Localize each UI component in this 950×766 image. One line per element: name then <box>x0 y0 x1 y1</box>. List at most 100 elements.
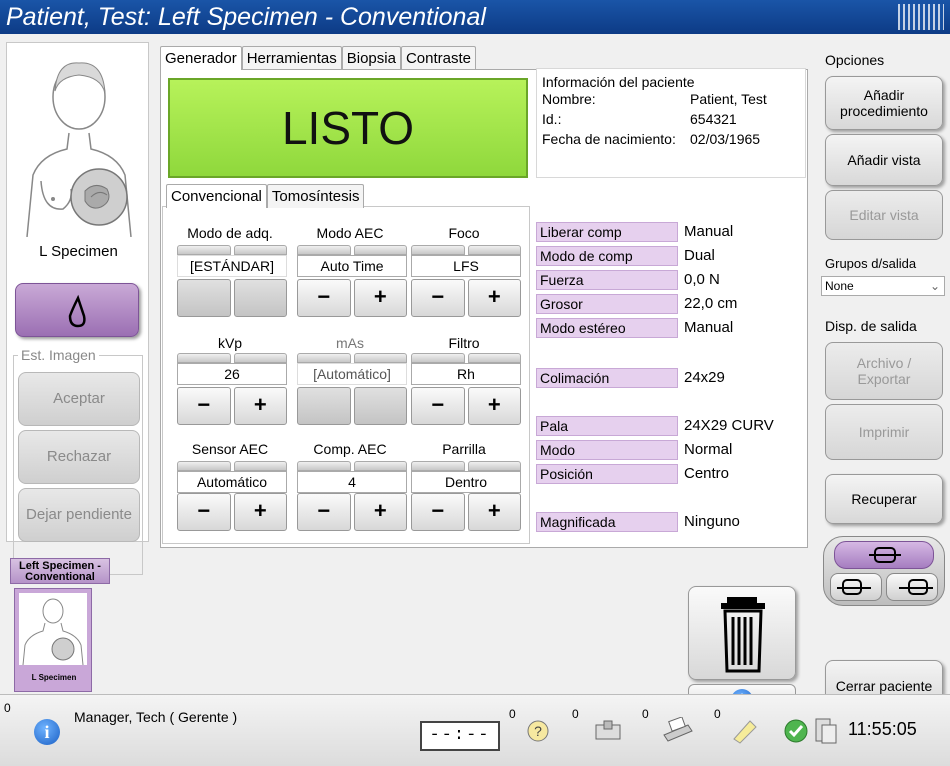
patient-id-label: Id.: <box>542 111 562 127</box>
focus-buttons: − + <box>411 279 521 317</box>
tab-contraste[interactable]: Contraste <box>400 46 476 70</box>
window-title: Patient, Test: Left Specimen - Conventio… <box>6 3 486 31</box>
aec-mode-plus-button[interactable]: + <box>353 279 407 317</box>
retrieve-button[interactable]: Recuperar <box>825 474 943 524</box>
paddle-shift-left-button[interactable] <box>830 573 882 601</box>
print-button[interactable]: Imprimir <box>825 404 943 460</box>
paddle-center-icon <box>869 547 901 563</box>
help-icon[interactable]: ? <box>524 717 552 745</box>
grid-top <box>411 461 521 471</box>
alerts-count: 0 <box>4 701 11 715</box>
param-value: Manual <box>684 319 734 336</box>
acq-mode-left-button <box>177 279 231 317</box>
status-bar: 0 i Manager, Tech ( Gerente ) --:-- 0 ? … <box>0 694 950 766</box>
add-view-button[interactable]: Añadir vista <box>825 134 943 186</box>
aec-sensor-plus-button[interactable]: + <box>233 493 287 531</box>
kvp-plus-button[interactable]: + <box>233 387 287 425</box>
output-groups-label: Grupos d/salida <box>825 256 917 271</box>
aec-mode-minus-button[interactable]: − <box>297 279 351 317</box>
focus-title: Foco <box>448 225 480 241</box>
param-value: Ninguno <box>684 513 740 530</box>
info-icon[interactable]: i <box>34 719 60 745</box>
exposure-controls-panel: Modo de adq. [ESTÁNDAR] Modo AEC Auto Ti… <box>162 206 530 544</box>
patient-name-label: Nombre: <box>542 91 596 107</box>
grid-minus-button[interactable]: − <box>411 493 465 531</box>
notes-icon[interactable] <box>730 717 760 745</box>
param-value: 24x29 <box>684 369 725 386</box>
main-tabs: Generador Herramientas Biopsia Contraste <box>160 46 476 70</box>
thumbnail-tab[interactable]: Left Specimen - Conventional <box>10 558 110 584</box>
tab-convencional[interactable]: Convencional <box>166 184 267 208</box>
filter-title: Filtro <box>448 335 480 351</box>
param-label: Posición <box>536 464 678 484</box>
aec-comp-value: 4 <box>297 471 407 493</box>
focus-top <box>411 245 521 255</box>
add-procedure-button[interactable]: Añadir procedimiento <box>825 76 943 130</box>
image-status-label: Est. Imagen <box>18 347 99 363</box>
patient-info-panel: Información del paciente Nombre: Patient… <box>536 68 806 178</box>
kvp-value: 26 <box>177 363 287 385</box>
options-panel: Opciones Añadir procedimiento Añadir vis… <box>815 42 950 712</box>
options-heading: Opciones <box>825 52 885 68</box>
output-groups-value: None <box>825 279 854 293</box>
check-icon[interactable] <box>782 717 810 745</box>
thumbnail-breast-icon <box>19 593 87 665</box>
patient-dob-label: Fecha de nacimiento: <box>542 131 676 147</box>
delete-button[interactable] <box>688 586 796 680</box>
aec-comp-plus-button[interactable]: + <box>353 493 407 531</box>
drop-icon <box>68 294 86 328</box>
ready-status: LISTO <box>168 78 528 178</box>
output-groups-select[interactable]: None ⌄ <box>821 276 945 296</box>
filter-plus-button[interactable]: + <box>467 387 521 425</box>
status-count: 0 <box>642 707 649 721</box>
aec-comp-buttons: − + <box>297 493 407 531</box>
reject-button[interactable]: Rechazar <box>18 430 140 484</box>
acq-mode-title: Modo de adq. <box>187 225 273 241</box>
grid-title: Parrilla <box>442 441 486 457</box>
window-grip-icon <box>898 4 944 30</box>
acq-mode-buttons <box>177 279 287 317</box>
aec-mode-title: Modo AEC <box>316 225 384 241</box>
aec-sensor-minus-button[interactable]: − <box>177 493 231 531</box>
aec-mode-buttons: − + <box>297 279 407 317</box>
pending-button[interactable]: Dejar pendiente <box>18 488 140 542</box>
window-title-bar: Patient, Test: Left Specimen - Conventio… <box>0 0 950 34</box>
mas-left-button <box>297 387 351 425</box>
aec-comp-minus-button[interactable]: − <box>297 493 351 531</box>
focus-plus-button[interactable]: + <box>467 279 521 317</box>
specimen-label: L Specimen <box>39 243 118 260</box>
mas-right-button <box>353 387 407 425</box>
thumbnail-item[interactable]: L Specimen <box>14 588 92 692</box>
patient-name-value: Patient, Test <box>690 91 767 107</box>
param-label: Fuerza <box>536 270 678 290</box>
archive-export-button[interactable]: Archivo / Exportar <box>825 342 943 400</box>
mas-top <box>297 353 407 363</box>
param-label: Modo estéreo <box>536 318 678 338</box>
tab-biopsia[interactable]: Biopsia <box>341 46 401 70</box>
grid-buttons: − + <box>411 493 521 531</box>
network-icon[interactable] <box>812 715 838 747</box>
detector-icon[interactable] <box>592 717 624 745</box>
focus-minus-button[interactable]: − <box>411 279 465 317</box>
param-label: Magnificada <box>536 512 678 532</box>
printer-icon[interactable] <box>660 717 696 745</box>
accept-button[interactable]: Aceptar <box>18 372 140 426</box>
image-status-group: Est. Imagen Aceptar Rechazar Dejar pendi… <box>13 347 143 575</box>
mode-tabs: Convencional Tomosíntesis <box>166 184 365 208</box>
breast-specimen-icon <box>26 62 132 237</box>
filter-minus-button[interactable]: − <box>411 387 465 425</box>
edit-view-button[interactable]: Editar vista <box>825 190 943 240</box>
paddle-shift-center-button[interactable] <box>834 541 934 569</box>
param-value: 22,0 cm <box>684 295 738 312</box>
tab-tomosintesis[interactable]: Tomosíntesis <box>266 184 365 208</box>
tab-generador[interactable]: Generador <box>160 46 242 70</box>
grid-plus-button[interactable]: + <box>467 493 521 531</box>
clock: 11:55:05 <box>848 719 917 739</box>
paddle-shift-right-button[interactable] <box>886 573 938 601</box>
aec-mode-top <box>297 245 407 255</box>
implant-displaced-button[interactable] <box>15 283 139 337</box>
grid-value: Dentro <box>411 471 521 493</box>
tab-herramientas[interactable]: Herramientas <box>241 46 342 70</box>
kvp-minus-button[interactable]: − <box>177 387 231 425</box>
kvp-buttons: − + <box>177 387 287 425</box>
